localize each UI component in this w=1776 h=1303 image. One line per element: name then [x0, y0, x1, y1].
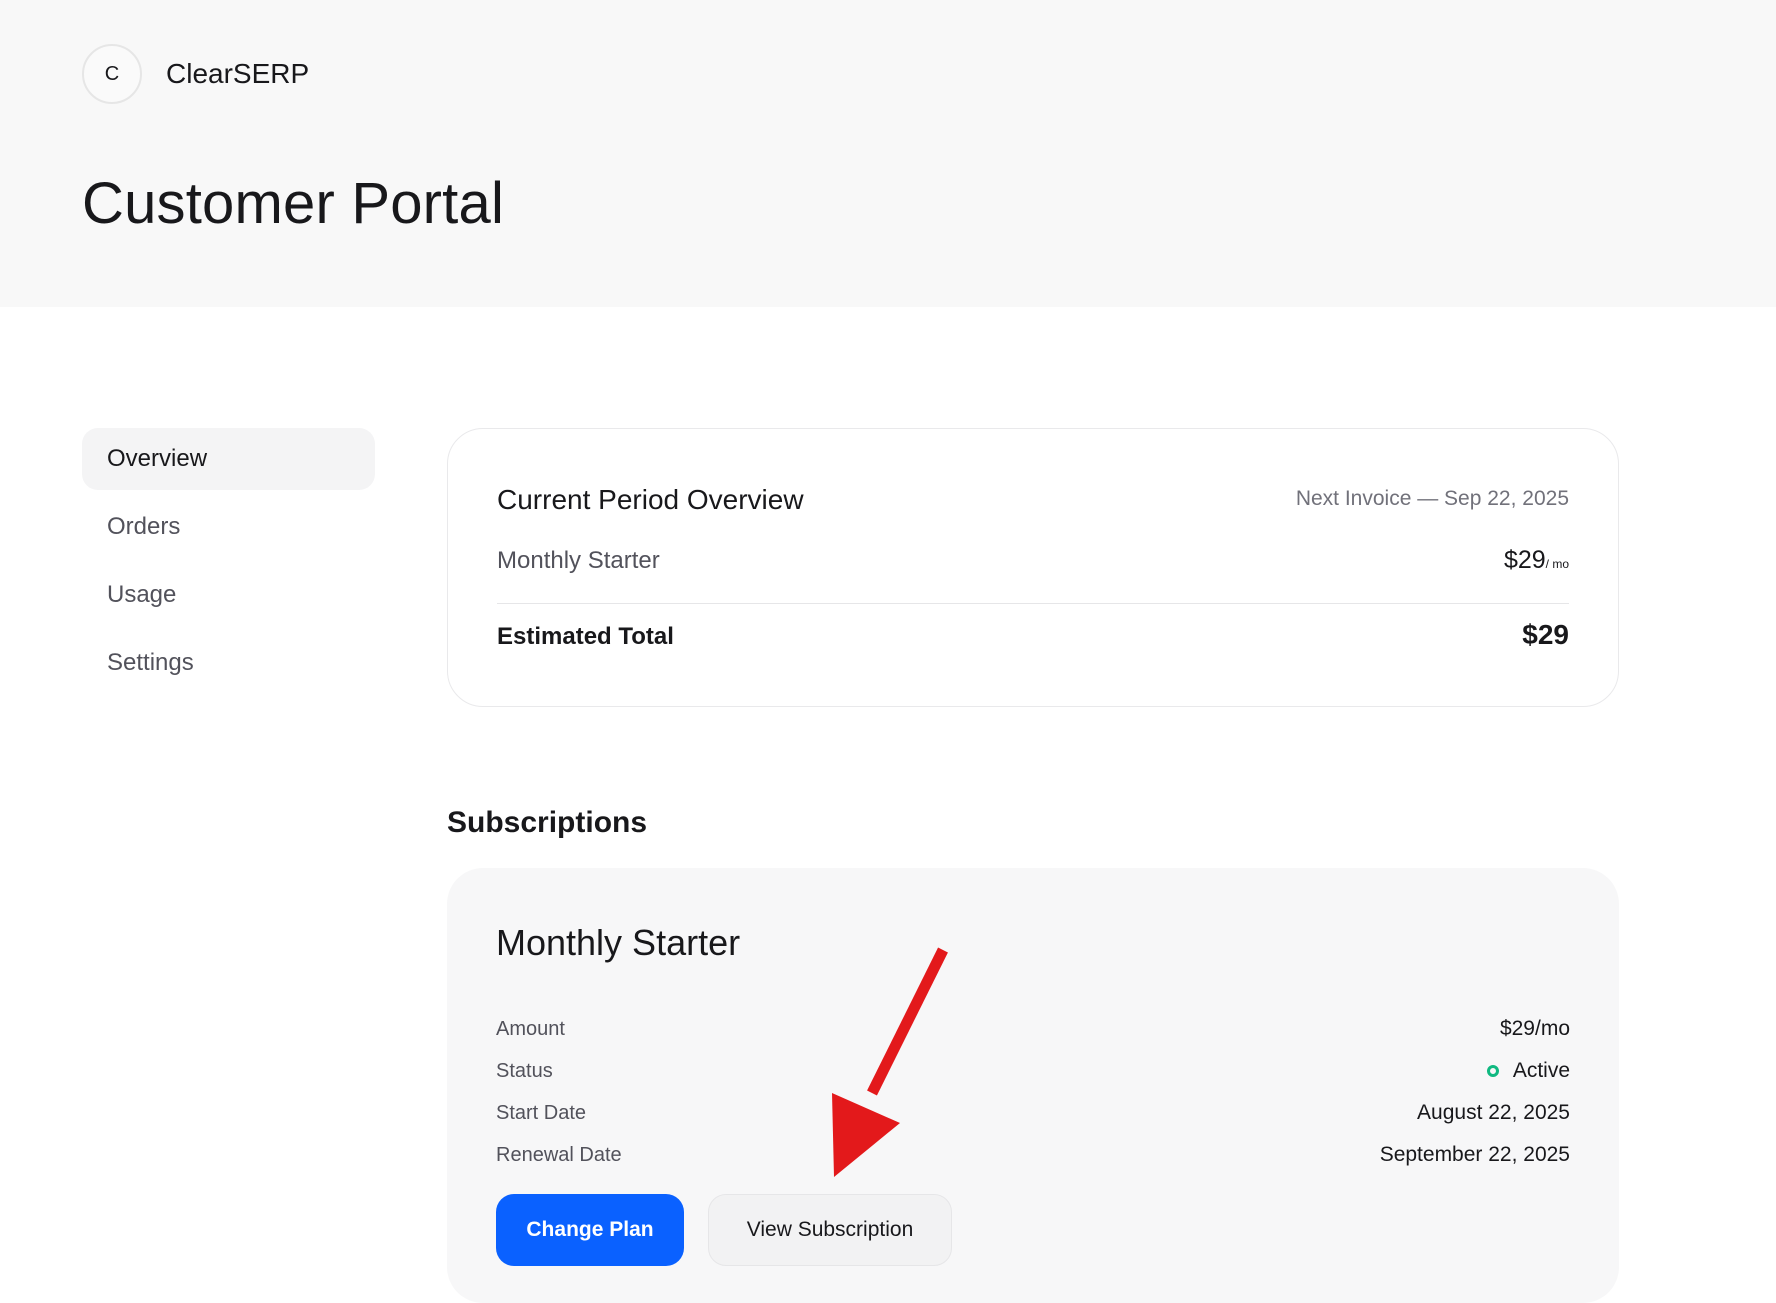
subscription-title: Monthly Starter: [496, 922, 741, 963]
view-subscription-button[interactable]: View Subscription: [708, 1194, 952, 1266]
estimated-total-value: $29: [1522, 619, 1569, 650]
detail-row-amount: Amount $29/mo: [496, 1014, 1570, 1044]
overview-plan-price-amount: $29: [1503, 546, 1546, 574]
estimated-total-label: Estimated Total: [497, 623, 674, 650]
status-value: Active: [1486, 1059, 1570, 1083]
sidebar-item-orders[interactable]: Orders: [82, 496, 375, 558]
overview-plan-price: $29/ mo: [1504, 546, 1569, 575]
status-text: Active: [1512, 1059, 1570, 1082]
sidebar: Overview Orders Usage Settings: [82, 428, 375, 700]
detail-label: Status: [496, 1059, 553, 1082]
next-invoice: Next Invoice — Sep 22, 2025: [1295, 487, 1569, 510]
subscriptions-heading: Subscriptions: [447, 806, 648, 839]
sidebar-item-overview[interactable]: Overview: [82, 428, 375, 490]
sidebar-item-settings[interactable]: Settings: [82, 632, 375, 694]
overview-title: Current Period Overview: [497, 484, 804, 515]
detail-row-start-date: Start Date August 22, 2025: [496, 1098, 1570, 1128]
detail-row-status: Status Active: [496, 1056, 1570, 1086]
page: C ClearSERP Customer Portal Overview Ord…: [0, 0, 1776, 1303]
overview-divider: [497, 603, 1569, 604]
current-period-overview-card: Current Period Overview Next Invoice — S…: [447, 428, 1619, 707]
change-plan-button[interactable]: Change Plan: [496, 1194, 684, 1266]
detail-label: Start Date: [496, 1101, 587, 1124]
detail-value: August 22, 2025: [1417, 1101, 1570, 1124]
overview-plan-price-unit: / mo: [1545, 557, 1569, 571]
detail-label: Amount: [496, 1017, 565, 1040]
detail-value: $29/mo: [1499, 1017, 1570, 1040]
status-dot-icon: [1486, 1065, 1499, 1077]
page-title: Customer Portal: [82, 171, 505, 236]
detail-value: September 22, 2025: [1379, 1143, 1570, 1166]
subscription-card: Monthly Starter Amount $29/mo Status Act…: [447, 868, 1619, 1303]
brand-avatar: C: [82, 44, 142, 104]
detail-label: Renewal Date: [496, 1143, 622, 1166]
red-arrow-icon: [832, 947, 948, 1177]
brand-name: ClearSERP: [166, 58, 310, 89]
detail-row-renewal-date: Renewal Date September 22, 2025: [496, 1140, 1570, 1170]
overview-plan-name: Monthly Starter: [497, 547, 660, 574]
brand[interactable]: C ClearSERP: [82, 44, 309, 104]
sidebar-item-usage[interactable]: Usage: [82, 564, 375, 626]
header: C ClearSERP Customer Portal: [0, 0, 1776, 307]
